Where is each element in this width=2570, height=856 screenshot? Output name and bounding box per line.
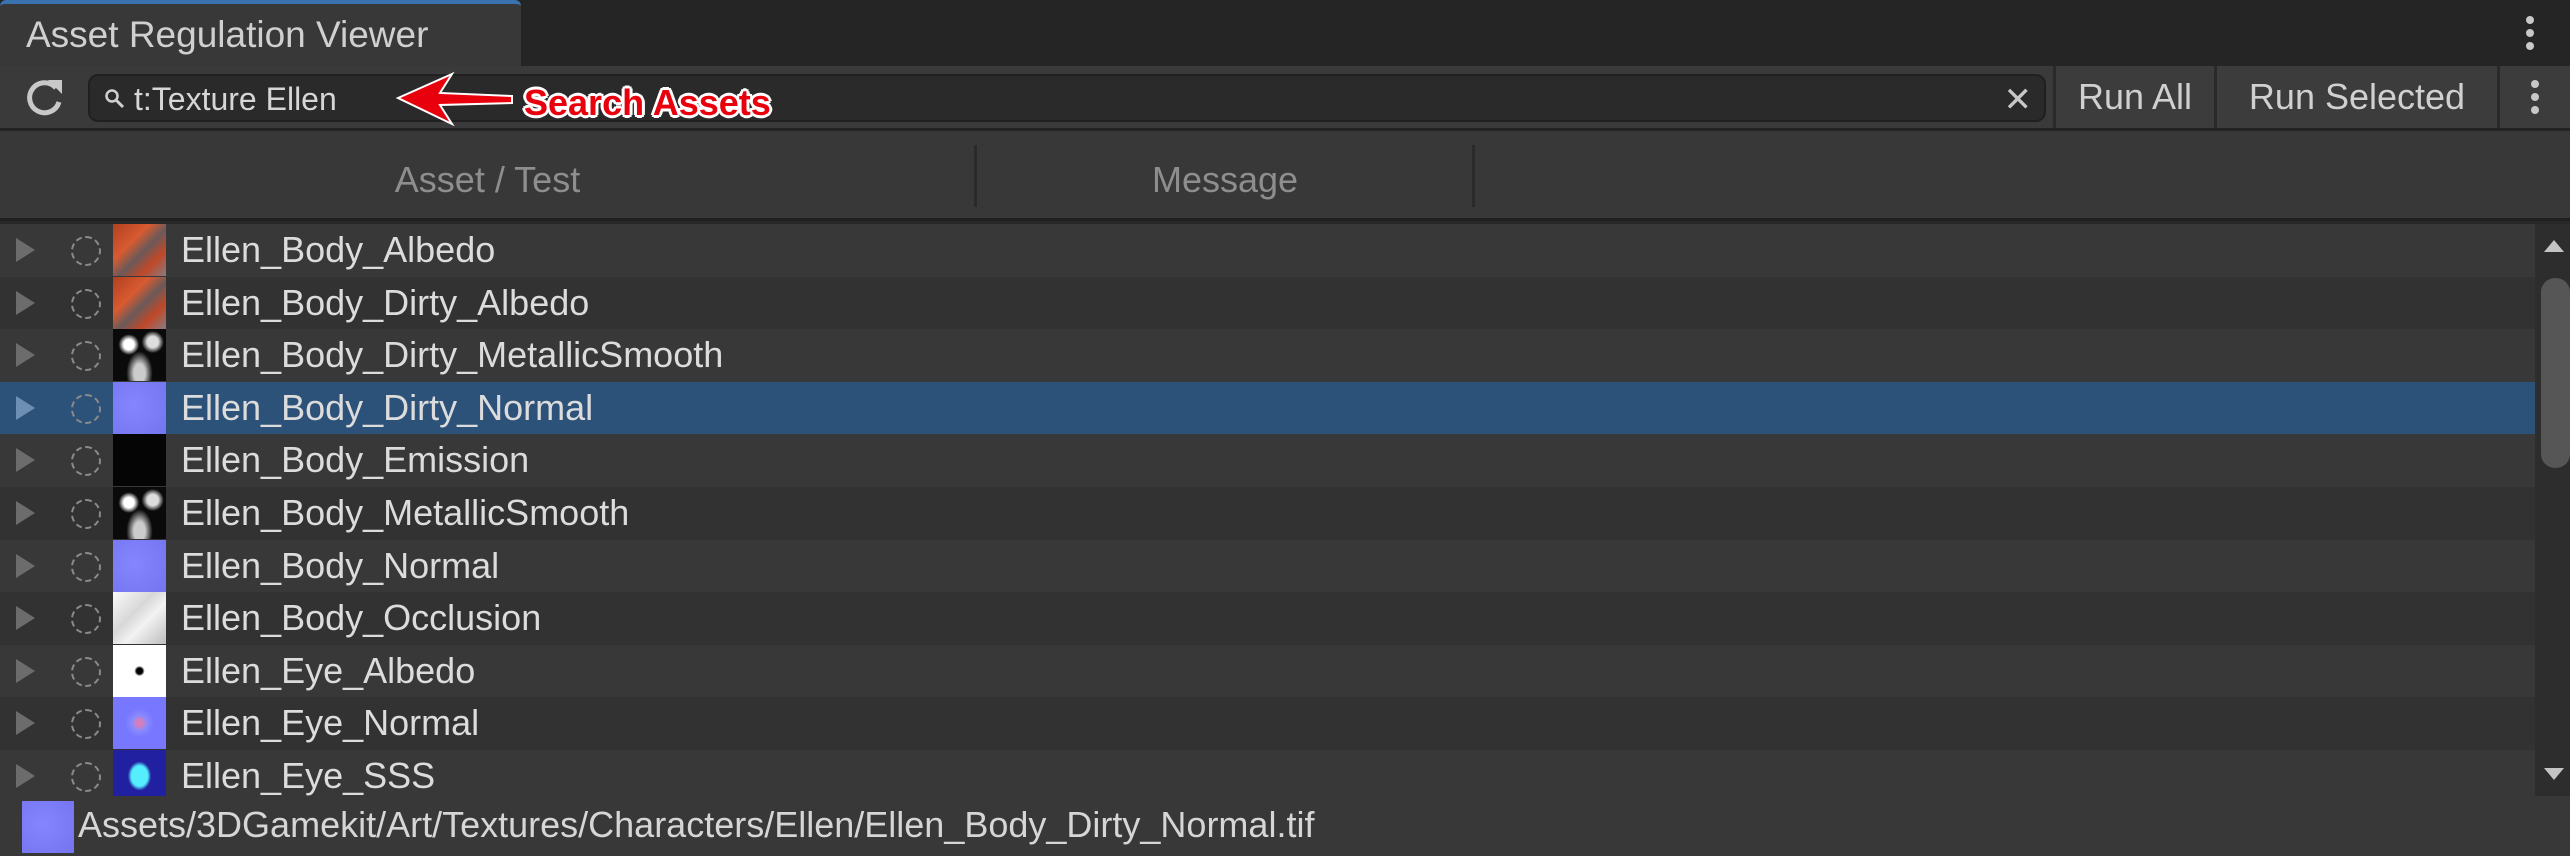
selected-asset-thumbnail — [22, 801, 74, 853]
texture-thumbnail — [113, 487, 166, 539]
clear-search-icon[interactable]: ✕ — [2004, 80, 2033, 120]
window-menu-icon[interactable] — [2510, 8, 2550, 58]
texture-thumbnail — [113, 750, 166, 796]
tab-asset-regulation-viewer[interactable]: Asset Regulation Viewer — [0, 0, 521, 66]
status-pending-icon — [71, 341, 101, 372]
table-header: Asset / Test Message — [0, 131, 2570, 221]
vertical-scrollbar[interactable] — [2535, 224, 2570, 796]
scroll-up-icon[interactable] — [2544, 240, 2564, 252]
status-pending-icon — [71, 762, 101, 792]
expand-arrow-icon[interactable] — [16, 238, 35, 262]
status-pending-icon — [71, 551, 101, 582]
status-bar: Assets/3DGamekit/Art/Textures/Characters… — [0, 796, 2570, 856]
column-resize-handle[interactable] — [1472, 145, 1475, 207]
asset-name: Ellen_Body_Dirty_Albedo — [181, 281, 590, 323]
status-pending-icon — [71, 656, 101, 687]
texture-thumbnail — [113, 381, 166, 434]
asset-name: Ellen_Eye_Normal — [181, 702, 480, 744]
asset-name: Ellen_Body_Dirty_Normal — [181, 386, 594, 428]
table-row[interactable]: Ellen_Body_MetallicSmooth — [0, 487, 2535, 540]
texture-thumbnail — [113, 224, 166, 276]
asset-name: Ellen_Body_Occlusion — [181, 597, 542, 639]
texture-thumbnail — [113, 644, 166, 697]
texture-thumbnail — [113, 592, 166, 645]
asset-name: Ellen_Body_Dirty_MetallicSmooth — [181, 334, 724, 376]
texture-thumbnail — [113, 276, 166, 329]
expand-arrow-icon[interactable] — [16, 711, 35, 736]
selected-asset-path: Assets/3DGamekit/Art/Textures/Characters… — [78, 804, 1315, 845]
expand-arrow-icon[interactable] — [16, 606, 35, 631]
column-header-message[interactable]: Message — [977, 131, 1473, 221]
expand-arrow-icon[interactable] — [16, 501, 35, 525]
tab-title: Asset Regulation Viewer — [26, 14, 429, 55]
table-row[interactable]: Ellen_Body_Albedo — [0, 224, 2535, 277]
tab-bar: Asset Regulation Viewer — [0, 0, 2570, 66]
status-pending-icon — [71, 236, 101, 266]
annotation-label: Search Assets — [524, 82, 771, 123]
table-row[interactable]: Ellen_Eye_SSS — [0, 750, 2535, 796]
texture-thumbnail — [113, 329, 166, 382]
expand-arrow-icon[interactable] — [16, 343, 35, 368]
refresh-icon[interactable] — [20, 74, 68, 122]
status-pending-icon — [71, 446, 101, 477]
scrollbar-thumb[interactable] — [2541, 278, 2570, 468]
asset-name: Ellen_Body_MetallicSmooth — [181, 492, 630, 533]
asset-name: Ellen_Body_Normal — [181, 544, 500, 586]
table-row[interactable]: Ellen_Eye_Albedo — [0, 644, 2535, 698]
search-input[interactable]: t:Texture Ellen — [134, 81, 337, 118]
status-pending-icon — [71, 499, 101, 529]
run-selected-button[interactable]: Run Selected — [2214, 66, 2497, 128]
search-field[interactable]: t:Texture Ellen ✕ — [88, 74, 2046, 122]
run-all-button[interactable]: Run All — [2053, 66, 2214, 128]
more-options-icon — [2515, 72, 2555, 122]
status-pending-icon — [71, 393, 101, 424]
asset-name: Ellen_Eye_SSS — [181, 755, 436, 796]
expand-arrow-icon[interactable] — [16, 290, 35, 315]
status-pending-icon — [71, 709, 101, 740]
table-row[interactable]: Ellen_Body_Normal — [0, 539, 2535, 593]
expand-arrow-icon[interactable] — [16, 448, 35, 473]
table-row[interactable]: Ellen_Body_Emission — [0, 434, 2535, 488]
table-row[interactable]: Ellen_Body_Dirty_Normal — [0, 381, 2535, 435]
texture-thumbnail — [113, 697, 166, 750]
texture-thumbnail — [113, 539, 166, 592]
status-pending-icon — [71, 604, 101, 635]
asset-name: Ellen_Body_Albedo — [181, 229, 496, 270]
asset-name: Ellen_Body_Emission — [181, 439, 530, 481]
table-row[interactable]: Ellen_Body_Dirty_Albedo — [0, 276, 2535, 330]
expand-arrow-icon[interactable] — [16, 395, 35, 420]
status-pending-icon — [71, 288, 101, 319]
table-row[interactable]: Ellen_Eye_Normal — [0, 697, 2535, 751]
asset-list: Ellen_Body_Albedo Ellen_Body_Dirty_Albed… — [0, 224, 2535, 796]
toolbar-menu-button[interactable] — [2497, 66, 2570, 128]
expand-arrow-icon[interactable] — [16, 764, 35, 788]
table-row[interactable]: Ellen_Body_Occlusion — [0, 592, 2535, 646]
expand-arrow-icon[interactable] — [16, 553, 35, 578]
toolbar: t:Texture Ellen ✕ Run All Run Selected — [0, 66, 2570, 131]
asset-name: Ellen_Eye_Albedo — [181, 649, 476, 691]
table-row[interactable]: Ellen_Body_Dirty_MetallicSmooth — [0, 329, 2535, 383]
expand-arrow-icon[interactable] — [16, 658, 35, 683]
column-header-asset-test[interactable]: Asset / Test — [0, 131, 975, 221]
texture-thumbnail — [113, 434, 166, 487]
search-icon — [105, 89, 125, 109]
scroll-down-icon[interactable] — [2544, 768, 2564, 780]
